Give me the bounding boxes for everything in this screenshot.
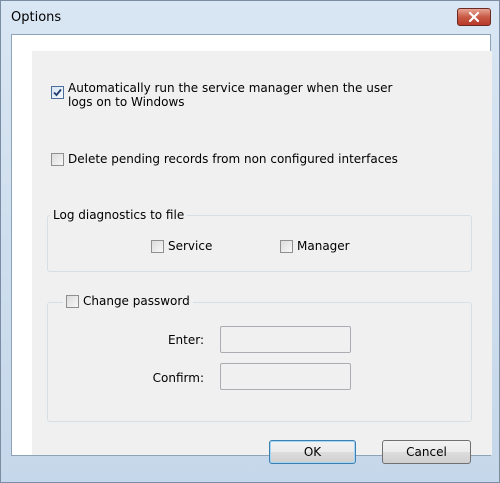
auto-run-checkbox[interactable]: [51, 86, 64, 99]
change-password-checkbox[interactable]: [66, 295, 79, 308]
enter-label: Enter:: [167, 333, 204, 347]
title-bar[interactable]: Options: [1, 1, 499, 34]
checkmark-icon: [53, 88, 62, 97]
ok-button[interactable]: OK: [269, 440, 356, 464]
auto-run-option[interactable]: Automatically run the service manager wh…: [51, 81, 392, 109]
cancel-button[interactable]: Cancel: [382, 440, 471, 464]
confirm-password-field[interactable]: [220, 363, 351, 390]
close-button[interactable]: [457, 8, 491, 26]
close-icon: [469, 12, 479, 22]
delete-pending-checkbox[interactable]: [51, 153, 64, 166]
enter-password-field[interactable]: [220, 326, 351, 353]
auto-run-label: Automatically run the service manager wh…: [68, 81, 392, 109]
dialog-client-area: Automatically run the service manager wh…: [11, 34, 492, 464]
log-diagnostics-title: Log diagnostics to file: [53, 208, 185, 222]
change-password-label: Change password: [83, 294, 190, 308]
log-diagnostics-legend: Log diagnostics to file: [50, 208, 188, 223]
change-password-legend[interactable]: Change password: [63, 294, 193, 309]
options-dialog: Options Automatically run the service ma…: [0, 0, 500, 483]
change-password-group: [47, 302, 472, 422]
options-panel: Automatically run the service manager wh…: [32, 51, 492, 464]
auto-run-label-line2: logs on to Windows: [68, 95, 185, 109]
delete-pending-label: Delete pending records from non configur…: [68, 152, 398, 166]
window-title: Options: [11, 10, 62, 25]
confirm-label: Confirm:: [152, 371, 204, 385]
manager-option[interactable]: Manager: [280, 239, 350, 254]
manager-checkbox[interactable]: [280, 240, 293, 253]
auto-run-label-line1: Automatically run the service manager wh…: [68, 81, 393, 95]
manager-label: Manager: [297, 239, 350, 253]
delete-pending-option[interactable]: Delete pending records from non configur…: [51, 152, 398, 167]
service-checkbox[interactable]: [151, 240, 164, 253]
service-option[interactable]: Service: [151, 239, 212, 254]
service-label: Service: [168, 239, 213, 253]
log-diagnostics-group: [47, 215, 472, 272]
